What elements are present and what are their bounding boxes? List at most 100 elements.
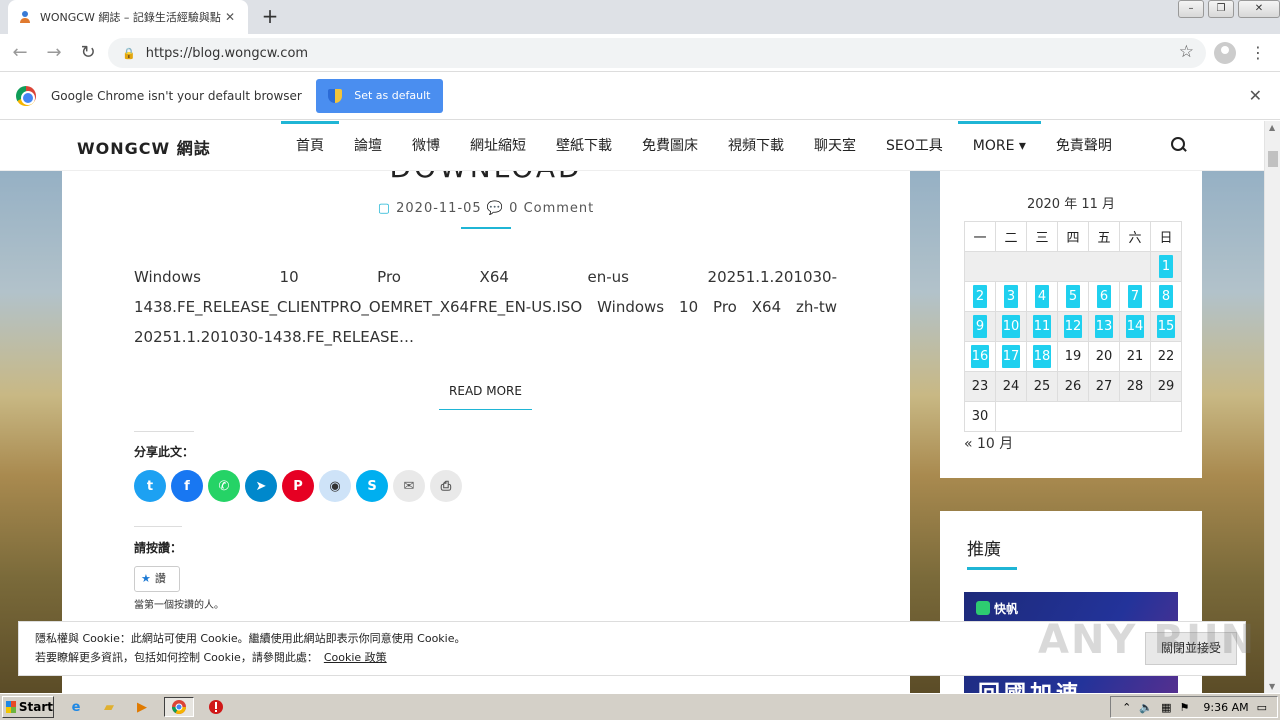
calendar-day-link[interactable]: 15 [1156,315,1176,338]
calendar-day[interactable]: 14 [1119,311,1151,342]
calendar-day[interactable]: 6 [1088,281,1120,312]
calendar-day-link[interactable]: 2 [973,285,987,308]
clock[interactable]: 9:36 AM [1203,701,1248,714]
close-tab-icon[interactable]: ✕ [222,9,238,25]
share-whatsapp-icon[interactable]: ✆ [208,470,240,502]
nav-item-7[interactable]: 聊天室 [799,121,871,171]
nav-item-0[interactable]: 首頁 [281,121,339,171]
lock-icon[interactable]: 🔒 [122,47,136,60]
calendar-day-link[interactable]: 18 [1032,345,1052,368]
calendar-day-link[interactable]: 1 [1159,255,1173,278]
share-skype-icon[interactable]: S [356,470,388,502]
chrome-menu-icon[interactable]: ⋮ [1250,40,1266,66]
calendar-day[interactable]: 11 [1026,311,1058,342]
new-tab-icon[interactable]: + [258,5,282,29]
search-icon[interactable] [1171,137,1187,153]
calendar-day-link[interactable]: 16 [970,345,990,368]
calendar-day[interactable]: 5 [1057,281,1089,312]
calendar-day-link[interactable]: 12 [1063,315,1083,338]
calendar-day[interactable]: 1 [1150,251,1182,282]
calendar-day-link[interactable]: 8 [1159,285,1173,308]
share-pinterest-icon[interactable]: P [282,470,314,502]
site-brand[interactable]: WONGCW 網誌 [77,135,211,159]
profile-avatar-icon[interactable] [1214,42,1236,64]
nav-item-2[interactable]: 微博 [397,121,455,171]
calendar-day: 23 [964,371,996,402]
calendar-day-link[interactable]: 9 [973,315,987,338]
calendar-day-link[interactable]: 3 [1004,285,1018,308]
back-icon[interactable]: ← [6,39,34,67]
calendar-caption: 2020 年 11 月 [1026,197,1116,212]
calendar-day[interactable]: 15 [1150,311,1182,342]
cookie-policy-link[interactable]: Cookie 政策 [324,651,387,664]
scroll-thumb[interactable] [1268,151,1278,167]
calendar-day[interactable]: 2 [964,281,996,312]
calendar-day-link[interactable]: 13 [1094,315,1114,338]
read-more-button[interactable]: READ MORE [439,384,532,410]
calendar-day-link[interactable]: 6 [1097,285,1111,308]
share-telegram-icon[interactable]: ➤ [245,470,277,502]
calendar-day-link[interactable]: 5 [1066,285,1080,308]
previous-month-link[interactable]: « 10 月 [964,433,1013,453]
like-button[interactable]: ★ 讚 [134,566,180,592]
calendar-day-link[interactable]: 4 [1035,285,1049,308]
calendar-day[interactable]: 4 [1026,281,1058,312]
folder-icon[interactable]: ▰ [98,697,120,717]
tray-expand-icon[interactable]: ⌃ [1122,701,1131,714]
calendar-day-link[interactable]: 17 [1001,345,1021,368]
nav-item-8[interactable]: SEO工具 [871,121,958,171]
calendar-day[interactable]: 3 [995,281,1027,312]
infobar-close-icon[interactable]: ✕ [1249,86,1262,105]
share-email-icon[interactable]: ✉ [393,470,425,502]
calendar-day[interactable]: 12 [1057,311,1089,342]
app-logo-icon [976,601,990,615]
calendar-day-link[interactable]: 7 [1128,285,1142,308]
nav-item-6[interactable]: 視頻下載 [713,121,799,171]
share-twitter-icon[interactable]: t [134,470,166,502]
nav-item-3[interactable]: 網址縮短 [455,121,541,171]
nav-item-9[interactable]: MORE ▾ [957,121,1041,171]
page-scrollbar[interactable]: ▲ ▼ [1264,121,1280,693]
share-reddit-icon[interactable]: ◉ [319,470,351,502]
share-facebook-icon[interactable]: f [171,470,203,502]
calendar-day[interactable]: 13 [1088,311,1120,342]
ie-icon[interactable]: e [65,697,87,717]
calendar-day[interactable]: 10 [995,311,1027,342]
post-comments[interactable]: 0 Comment [509,201,594,216]
alert-icon[interactable] [205,697,227,717]
address-url[interactable]: https://blog.wongcw.com [146,46,308,61]
post-date[interactable]: 2020-11-05 [396,201,482,216]
scroll-down-icon[interactable]: ▼ [1269,682,1275,691]
window-close-icon[interactable]: ✕ [1238,0,1280,18]
bookmark-star-icon[interactable]: ☆ [1179,42,1194,62]
calendar-day-link[interactable]: 10 [1001,315,1021,338]
restore-icon[interactable]: ❐ [1208,0,1234,18]
media-player-icon[interactable]: ▶ [131,697,153,717]
set-as-default-button[interactable]: Set as default [315,78,443,113]
forward-icon[interactable]: → [40,39,68,67]
share-print-icon[interactable]: ⎙ [430,470,462,502]
calendar-day[interactable]: 18 [1026,341,1058,372]
flag-icon[interactable]: ⚑ [1180,701,1190,714]
calendar-day[interactable]: 17 [995,341,1027,372]
chrome-taskbar-icon[interactable] [164,697,194,717]
calendar-day-link[interactable]: 11 [1032,315,1052,338]
volume-icon[interactable]: 🔈 [1139,701,1153,714]
scroll-up-icon[interactable]: ▲ [1269,123,1275,132]
network-icon[interactable]: ▦ [1161,701,1171,714]
nav-item-5[interactable]: 免費圖床 [627,121,713,171]
calendar-day[interactable]: 9 [964,311,996,342]
monitor-icon[interactable]: ▭ [1257,701,1267,714]
calendar-day-link[interactable]: 14 [1125,315,1145,338]
reload-icon[interactable]: ↻ [74,39,102,67]
nav-item-10[interactable]: 免責聲明 [1041,121,1127,171]
address-bar[interactable]: 🔒 https://blog.wongcw.com ☆ [108,38,1206,68]
calendar-day[interactable]: 16 [964,341,996,372]
start-button[interactable]: Start [2,696,54,718]
nav-item-1[interactable]: 論壇 [339,121,397,171]
calendar-day[interactable]: 7 [1119,281,1151,312]
minimize-icon[interactable]: – [1178,0,1204,18]
nav-item-4[interactable]: 壁紙下載 [541,121,627,171]
browser-tab[interactable]: WONGCW 網誌 – 記錄生活經驗與點 ✕ [8,0,248,34]
calendar-day[interactable]: 8 [1150,281,1182,312]
